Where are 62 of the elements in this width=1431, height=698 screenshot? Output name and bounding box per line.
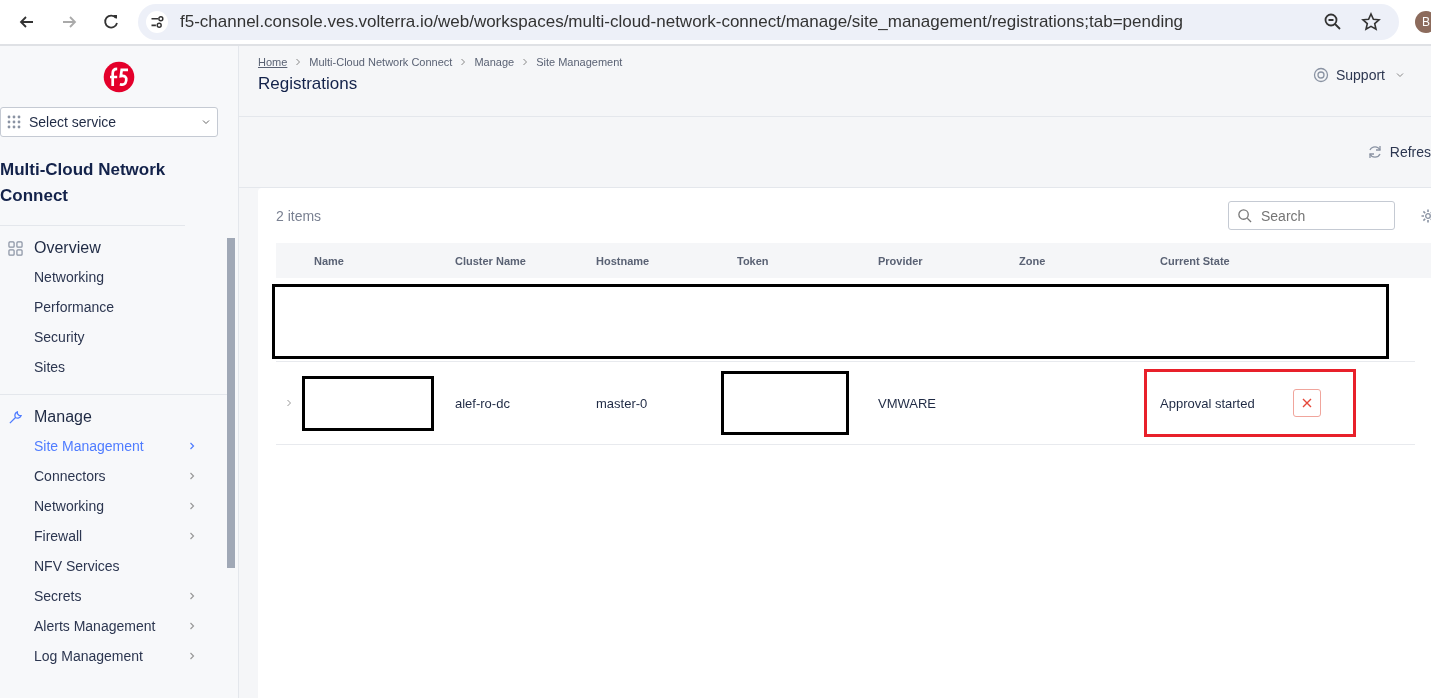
search-field[interactable]: Search: [1228, 201, 1395, 230]
service-select[interactable]: Select service: [0, 107, 218, 137]
column-header[interactable]: Hostname: [596, 254, 737, 267]
chevron-right-icon: [187, 621, 197, 631]
url-text: f5-channel.console.ves.volterra.io/web/workspaces/multi-cloud-network-connect/manage/site_management/registrations;tab=pending: [180, 12, 1185, 32]
column-header[interactable]: Name: [314, 254, 455, 267]
site-settings-icon: [146, 11, 168, 33]
table-cell: alef-ro-dc: [455, 395, 510, 411]
nav-item[interactable]: Performance: [0, 292, 227, 322]
star-icon[interactable]: [1361, 12, 1381, 32]
nav-item[interactable]: Log Management: [0, 641, 227, 671]
settings-icon[interactable]: [1420, 207, 1431, 224]
logo-icon: [101, 59, 137, 95]
table-cell: VMWARE: [878, 395, 937, 411]
breadcrumb-link[interactable]: Manage: [474, 56, 515, 68]
refresh-icon: [1366, 144, 1383, 160]
nav-item[interactable]: Networking: [0, 262, 227, 292]
item-count: 2 items: [276, 207, 323, 224]
grid-icon: [8, 240, 23, 256]
table-cell: Approval started: [1160, 395, 1255, 411]
search-icon: [1237, 208, 1252, 223]
nav-item[interactable]: NFV Services: [0, 551, 227, 581]
nav-section-title[interactable]: Overview: [34, 239, 101, 257]
nav-item[interactable]: Security: [0, 322, 227, 352]
address-bar[interactable]: f5-channel.console.ves.volterra.io/web/workspaces/multi-cloud-network-connect/manage/site_management/registrations;tab=pending: [138, 4, 1399, 40]
nav-item[interactable]: Firewall: [0, 521, 227, 551]
chevron-right-icon: [187, 651, 197, 661]
chevron-right-icon: [187, 501, 197, 511]
breadcrumb-link[interactable]: Home: [258, 56, 288, 68]
refresh-button[interactable]: Refres: [1358, 144, 1431, 160]
cancel-button[interactable]: [1292, 389, 1321, 417]
column-header[interactable]: Provider: [878, 254, 1019, 267]
breadcrumb-link[interactable]: Site Management: [536, 56, 623, 68]
lifebuoy-icon: [1312, 67, 1329, 83]
profile-avatar[interactable]: B: [1415, 11, 1431, 33]
chevron-right-icon: [187, 531, 197, 541]
expand-row-icon[interactable]: [284, 398, 294, 408]
wrench-icon: [8, 409, 23, 425]
chevron-right-icon: [187, 441, 197, 451]
support-menu[interactable]: Support: [1306, 66, 1411, 84]
zoom-icon[interactable]: [1323, 12, 1343, 32]
nav-item[interactable]: Site Management: [0, 431, 227, 461]
chevron-right-icon: [187, 471, 197, 481]
nav-item[interactable]: Networking: [0, 491, 227, 521]
nav-item[interactable]: Connectors: [0, 461, 227, 491]
column-header[interactable]: Zone: [1019, 254, 1160, 267]
column-header[interactable]: Cluster Name: [455, 254, 596, 267]
workspace-title: Multi-Cloud Network Connect: [0, 137, 185, 226]
column-header[interactable]: Token: [737, 254, 878, 267]
table-cell: master-0: [596, 395, 648, 411]
column-header[interactable]: Current State: [1160, 254, 1301, 267]
close-icon: [1300, 397, 1313, 409]
page-title: Registrations: [258, 74, 359, 94]
nav-item[interactable]: Alerts Management: [0, 611, 227, 641]
chevron-down-icon: [201, 117, 211, 127]
breadcrumb-link[interactable]: Multi-Cloud Network Connect: [309, 56, 453, 68]
chevron-down-icon: [1395, 70, 1405, 80]
apps-grid-icon: [7, 115, 21, 129]
nav-section-title[interactable]: Manage: [34, 408, 92, 426]
nav-item[interactable]: Sites: [0, 352, 227, 382]
chevron-right-icon: [187, 591, 197, 601]
nav-item[interactable]: Secrets: [0, 581, 227, 611]
